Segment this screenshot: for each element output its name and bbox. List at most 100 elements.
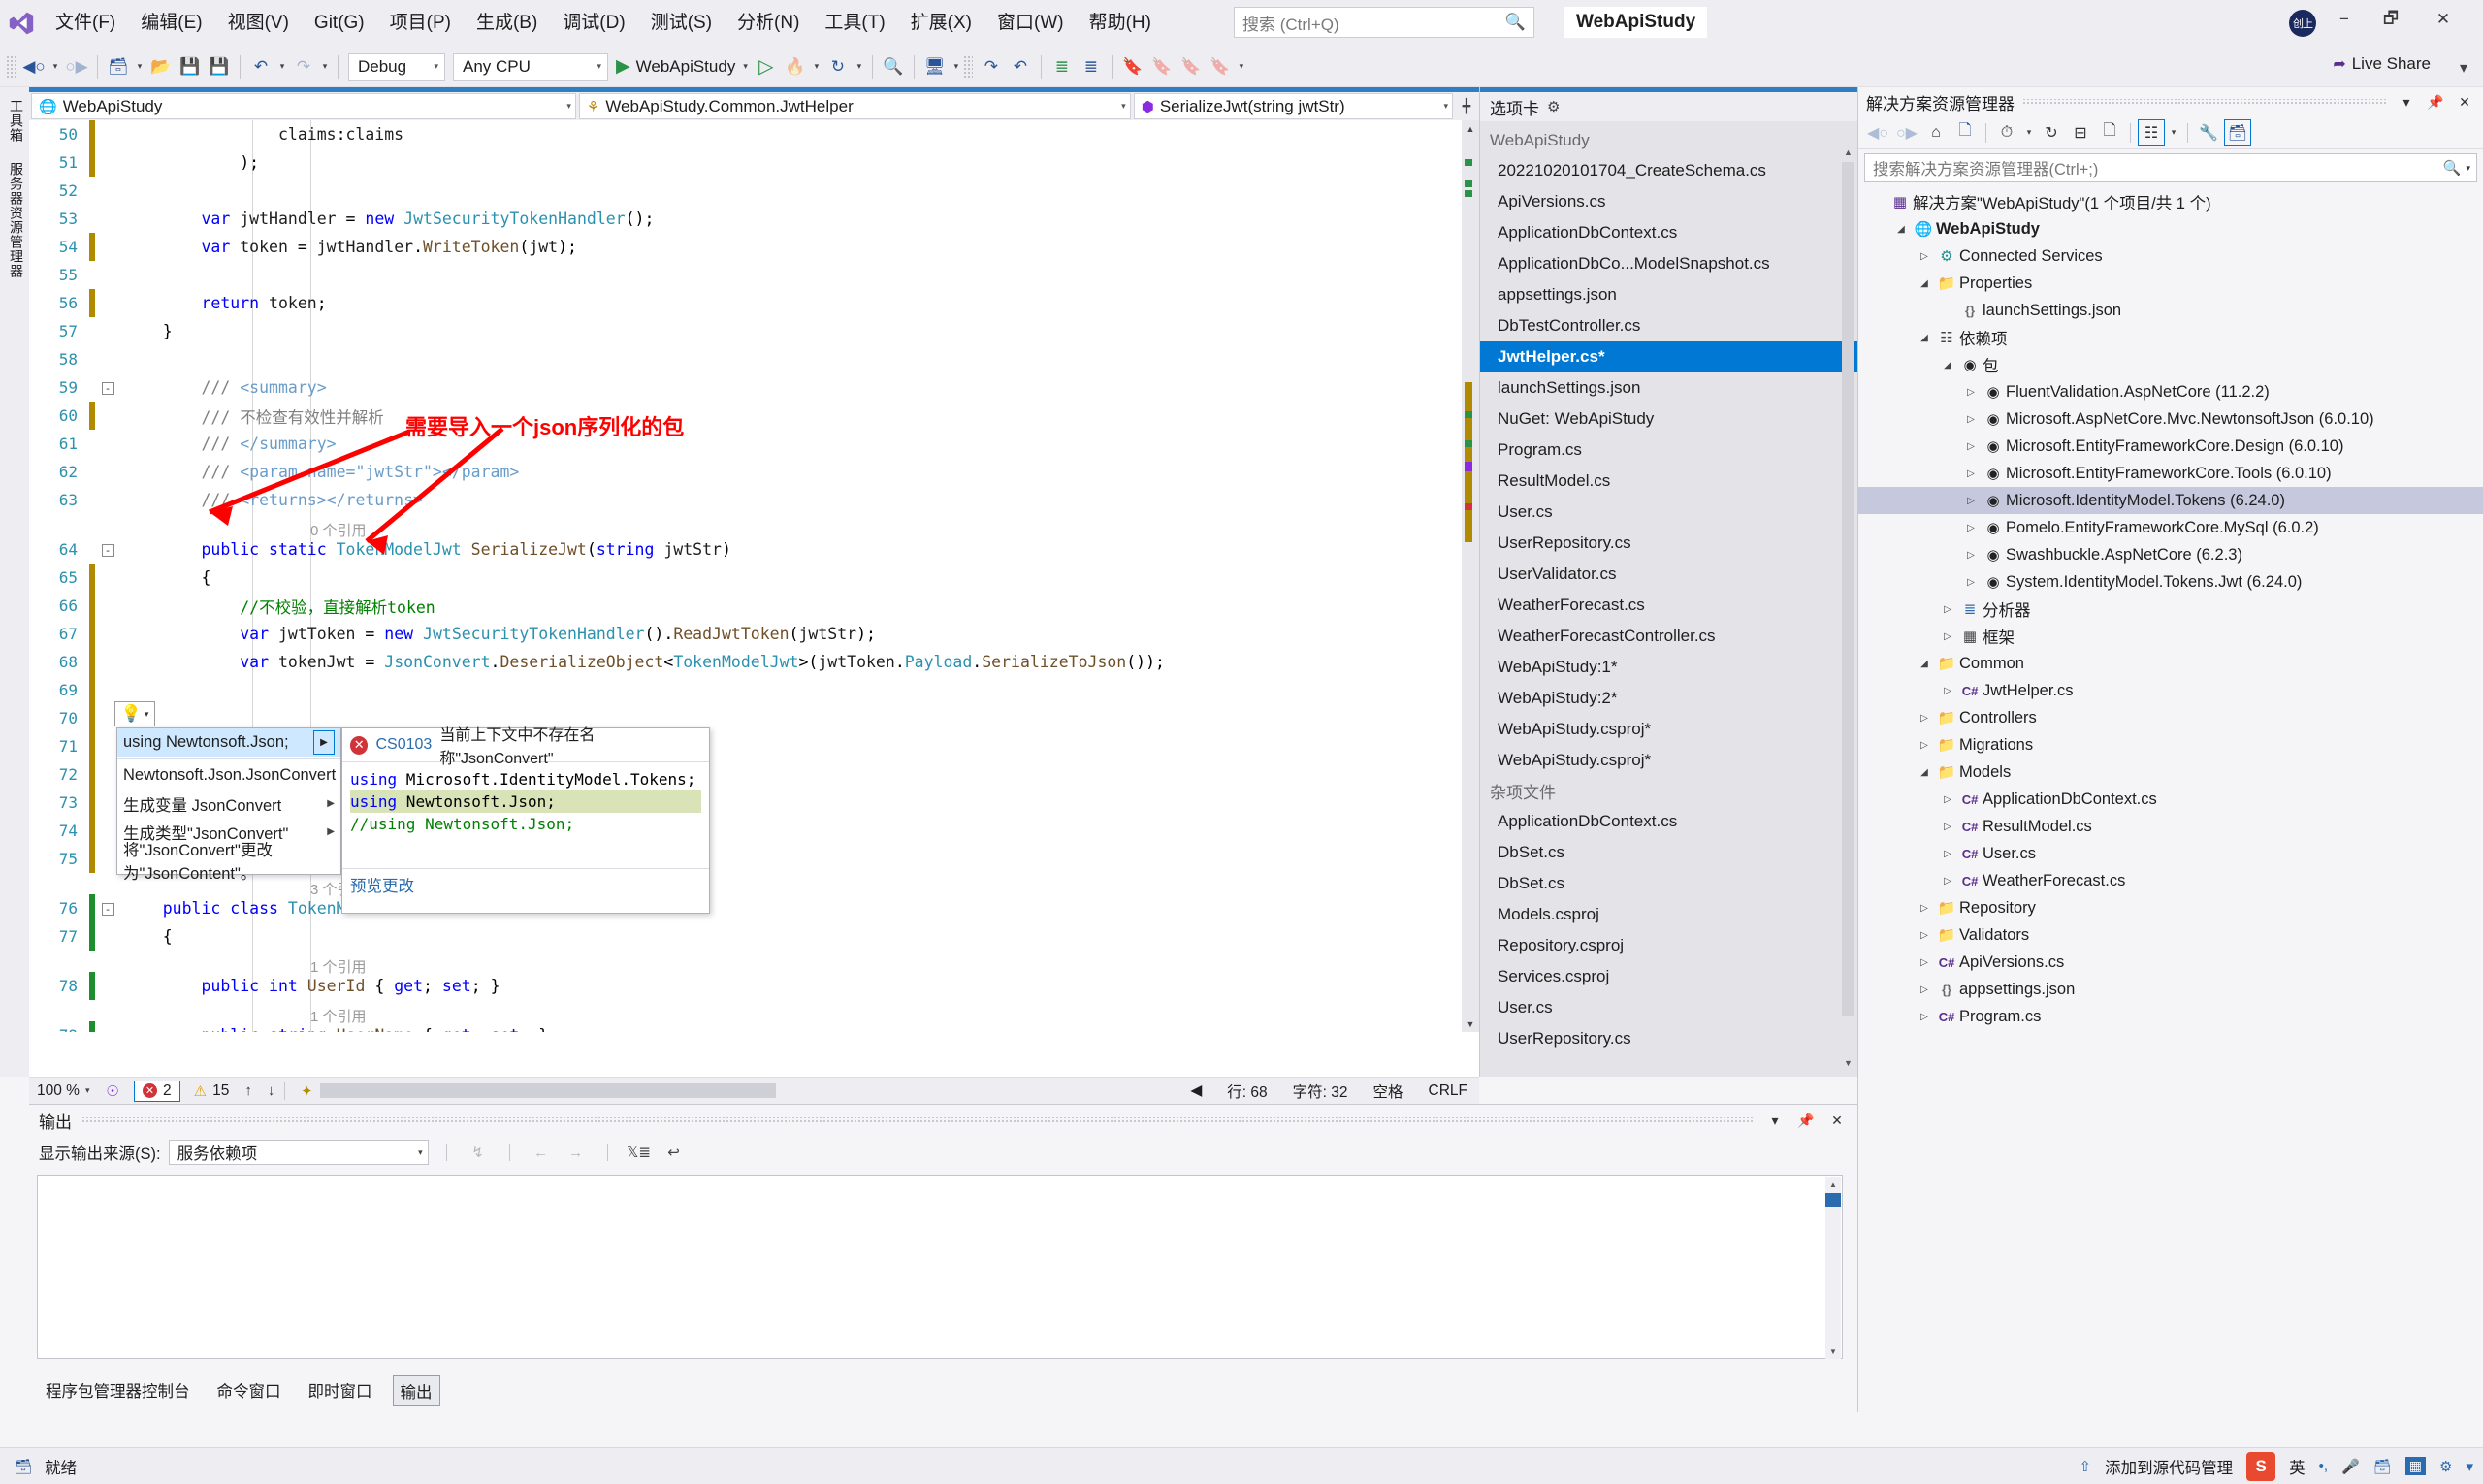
collapsed-arrow-icon[interactable]: ▷ bbox=[1915, 1012, 1934, 1022]
previous-issue-icon[interactable]: ↑ bbox=[244, 1082, 252, 1099]
tab-well-item[interactable]: JwtHelper.cs* bbox=[1480, 341, 1857, 372]
tab-well-item[interactable]: ApplicationDbContext.cs bbox=[1480, 806, 1857, 837]
solution-tree-node[interactable]: ◢📁Common bbox=[1858, 650, 2483, 677]
code-line[interactable]: 76- public class TokenModelJwt bbox=[29, 894, 1462, 922]
chevron-down-icon[interactable]: ▾ bbox=[2466, 163, 2470, 174]
open-file-icon[interactable]: 📂 bbox=[146, 52, 176, 81]
solution-tree-node[interactable]: ▷⚙Connected Services bbox=[1858, 242, 2483, 270]
code-line[interactable]: 65 { bbox=[29, 564, 1462, 592]
microphone-icon[interactable]: 🎤 bbox=[2341, 1458, 2360, 1475]
next-bookmark-icon[interactable]: 🔖 bbox=[1177, 52, 1206, 81]
solution-tree-node[interactable]: ▷C#JwtHelper.cs bbox=[1858, 677, 2483, 704]
platform-dropdown[interactable]: Any CPU ▾ bbox=[453, 53, 608, 81]
split-editor-icon[interactable]: ╋ bbox=[1456, 98, 1477, 114]
tab-well-item[interactable]: NuGet: WebApiStudy bbox=[1480, 403, 1857, 435]
expanded-arrow-icon[interactable]: ◢ bbox=[1915, 278, 1934, 289]
solution-tree-node[interactable]: ▷C#Program.cs bbox=[1858, 1003, 2483, 1030]
preview-changes-link[interactable]: 预览更改 bbox=[350, 873, 414, 896]
code-text-area[interactable]: 50 claims:claims51 );5253 var jwtHandler… bbox=[29, 120, 1462, 1032]
panel-menu-icon[interactable]: ▾ bbox=[1764, 1113, 1786, 1129]
code-line[interactable]: 67 var jwtToken = new JwtSecurityTokenHa… bbox=[29, 620, 1462, 648]
run-without-debug-icon[interactable]: ▷ bbox=[752, 52, 781, 81]
fold-toggle-icon[interactable]: - bbox=[102, 544, 114, 557]
solution-tree-node[interactable]: ▷◉Swashbuckle.AspNetCore (6.2.3) bbox=[1858, 541, 2483, 568]
solution-tree-node[interactable]: ◢◉包 bbox=[1858, 351, 2483, 378]
find-message-icon[interactable]: ↯ bbox=[465, 1140, 492, 1165]
tab-well-item[interactable]: ApplicationDbContext.cs bbox=[1480, 217, 1857, 248]
code-line[interactable]: 57 } bbox=[29, 317, 1462, 345]
solution-tree-node[interactable]: ▷▦框架 bbox=[1858, 623, 2483, 650]
tab-well-item[interactable]: appsettings.json bbox=[1480, 279, 1857, 310]
toolbar-grip[interactable] bbox=[963, 55, 973, 79]
refresh-icon[interactable]: ↻ bbox=[2038, 119, 2065, 146]
quick-action-item[interactable]: Newtonsoft.Json.JsonConvert bbox=[117, 761, 340, 790]
code-health-icon[interactable]: ☉ bbox=[101, 1080, 124, 1103]
drag-dots[interactable] bbox=[2022, 99, 2388, 106]
pending-changes-icon[interactable]: ⏱ bbox=[1993, 119, 2020, 146]
outlining-margin[interactable]: - bbox=[95, 902, 120, 916]
tab-well-item[interactable]: ResultModel.cs bbox=[1480, 466, 1857, 497]
menu-extensions[interactable]: 扩展(X) bbox=[898, 0, 984, 47]
fold-toggle-icon[interactable]: - bbox=[102, 382, 114, 395]
navigate-back-icon[interactable]: ◀○ bbox=[1864, 119, 1891, 146]
collapsed-arrow-icon[interactable]: ▷ bbox=[1961, 577, 1981, 588]
solution-tree-node[interactable]: ▷◉Microsoft.AspNetCore.Mvc.NewtonsoftJso… bbox=[1858, 405, 2483, 433]
scroll-left-icon[interactable]: ◀ bbox=[1190, 1081, 1202, 1100]
code-line[interactable]: 78 public int UserId { get; set; } bbox=[29, 972, 1462, 1000]
collapsed-arrow-icon[interactable]: ▷ bbox=[1961, 523, 1981, 533]
expanded-arrow-icon[interactable]: ◢ bbox=[1915, 659, 1934, 669]
code-line[interactable]: 60 /// 不检查有效性并解析 bbox=[29, 402, 1462, 430]
tab-well-item[interactable]: UserRepository.cs bbox=[1480, 528, 1857, 559]
collapsed-arrow-icon[interactable]: ▷ bbox=[1961, 387, 1981, 398]
code-line[interactable]: 58 bbox=[29, 345, 1462, 373]
global-search-box[interactable]: 搜索 (Ctrl+Q) 🔍 bbox=[1234, 7, 1534, 38]
toolbar-overflow-icon[interactable]: ▾ bbox=[1235, 52, 1248, 81]
quick-action-item[interactable]: 生成变量 JsonConvert▶ bbox=[117, 790, 340, 818]
clear-bookmarks-icon[interactable]: 🔖 bbox=[1206, 52, 1235, 81]
tab-well-item[interactable]: WeatherForecastController.cs bbox=[1480, 621, 1857, 652]
quick-action-item[interactable]: using Newtonsoft.Json;▶ bbox=[117, 728, 340, 757]
menu-file[interactable]: 文件(F) bbox=[43, 0, 128, 47]
collapsed-arrow-icon[interactable]: ▷ bbox=[1938, 849, 1957, 859]
quick-actions-bulb-button[interactable]: 💡 ▾ bbox=[114, 701, 155, 726]
outlining-margin[interactable]: - bbox=[95, 381, 120, 395]
solution-tree-node[interactable]: ▷≣分析器 bbox=[1858, 596, 2483, 623]
navbar-project-dropdown[interactable]: 🌐 WebApiStudy ▾ bbox=[31, 93, 576, 119]
new-project-dropdown-icon[interactable]: ▾ bbox=[133, 52, 146, 81]
solution-tree-node[interactable]: ▷📁Repository bbox=[1858, 894, 2483, 921]
properties-wrench-icon[interactable]: 🔧 bbox=[2195, 119, 2222, 146]
navigate-back-icon[interactable]: ◀○ bbox=[19, 52, 48, 81]
collapsed-arrow-icon[interactable]: ▷ bbox=[1961, 550, 1981, 561]
zoom-dropdown[interactable]: 100 % ▾ bbox=[29, 1082, 101, 1100]
toolbox-icon[interactable]: 🗃 bbox=[2373, 1458, 2392, 1475]
tab-well-item[interactable]: 20221020101704_CreateSchema.cs bbox=[1480, 155, 1857, 186]
code-line[interactable]: 51 ); bbox=[29, 148, 1462, 177]
clear-all-icon[interactable]: 𝕏≣ bbox=[626, 1140, 653, 1165]
live-share-button[interactable]: ➦ Live Share bbox=[2333, 54, 2431, 74]
solution-tree-node[interactable]: ◢📁Properties bbox=[1858, 270, 2483, 297]
toolbox-tab[interactable]: 工具箱 bbox=[7, 91, 26, 150]
menu-debug[interactable]: 调试(D) bbox=[550, 0, 637, 47]
live-preview-dropdown-icon[interactable]: ▾ bbox=[950, 52, 963, 81]
save-icon[interactable]: 💾 bbox=[176, 52, 205, 81]
global-search-input[interactable]: 搜索 (Ctrl+Q) bbox=[1242, 11, 1505, 35]
close-icon[interactable]: ✕ bbox=[2454, 94, 2475, 111]
solution-tree-node[interactable]: ▷◉Pomelo.EntityFrameworkCore.MySql (6.0.… bbox=[1858, 514, 2483, 541]
step-over-icon[interactable]: ↶ bbox=[1006, 52, 1035, 81]
collapse-all-icon[interactable]: ⊟ bbox=[2067, 119, 2094, 146]
navigate-forward-icon[interactable]: ○▶ bbox=[1893, 119, 1920, 146]
maximize-button[interactable]: 🗗 bbox=[2369, 0, 2413, 39]
fold-toggle-icon[interactable]: - bbox=[102, 903, 114, 916]
menu-edit[interactable]: 编辑(E) bbox=[128, 0, 214, 47]
collapsed-arrow-icon[interactable]: ▷ bbox=[1938, 876, 1957, 887]
indentation-indicator[interactable]: 空格 bbox=[1373, 1081, 1403, 1102]
pin-icon[interactable]: 📌 bbox=[1795, 1113, 1817, 1129]
outlining-margin[interactable]: - bbox=[95, 543, 120, 557]
collapsed-arrow-icon[interactable]: ▷ bbox=[1915, 957, 1934, 968]
solution-explorer-search-input[interactable]: 搜索解决方案资源管理器(Ctrl+;) bbox=[1873, 156, 2098, 179]
menu-view[interactable]: 视图(V) bbox=[215, 0, 302, 47]
next-issue-icon[interactable]: ↓ bbox=[268, 1082, 275, 1099]
toolbar-options-icon[interactable]: ▾ bbox=[2460, 58, 2467, 78]
source-control-icon[interactable]: 🗃 bbox=[12, 1455, 35, 1478]
collapsed-arrow-icon[interactable]: ▷ bbox=[1915, 713, 1934, 724]
